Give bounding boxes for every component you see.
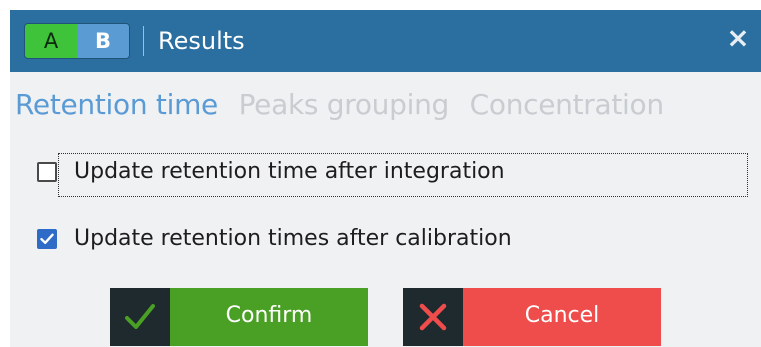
confirm-button[interactable]: Confirm [110,288,368,346]
update-after-calibration-option[interactable]: Update retention times after calibration [37,223,512,255]
tab-strip: Retention time Peaks grouping Concentrat… [15,83,676,127]
update-after-calibration-checkbox[interactable] [37,229,57,249]
x-icon [419,303,447,331]
results-dialog: A B Results × Retention time Peaks group… [10,10,761,347]
checkmark-icon [125,304,155,329]
tab-retention-time[interactable]: Retention time [15,83,218,127]
update-after-calibration-label: Update retention times after calibration [74,226,512,251]
confirm-button-label: Confirm [170,288,368,346]
window-title: Results [158,27,245,55]
cancel-button-label: Cancel [463,288,661,346]
ab-toggle-a[interactable]: A [25,24,77,58]
confirm-icon-box [110,288,170,346]
title-separator [143,26,144,56]
cancel-button[interactable]: Cancel [403,288,661,346]
ab-toggle: A B [25,24,129,58]
update-after-integration-option[interactable]: Update retention time after integration [37,156,505,188]
update-after-integration-label: Update retention time after integration [74,159,505,184]
update-after-integration-checkbox[interactable] [37,162,57,182]
checkmark-icon [40,233,54,244]
close-icon[interactable]: × [723,23,753,53]
tab-peaks-grouping[interactable]: Peaks grouping [239,83,450,127]
title-bar: A B Results × [10,10,761,72]
tab-concentration[interactable]: Concentration [470,83,664,127]
ab-toggle-b[interactable]: B [77,24,129,58]
cancel-icon-box [403,288,463,346]
